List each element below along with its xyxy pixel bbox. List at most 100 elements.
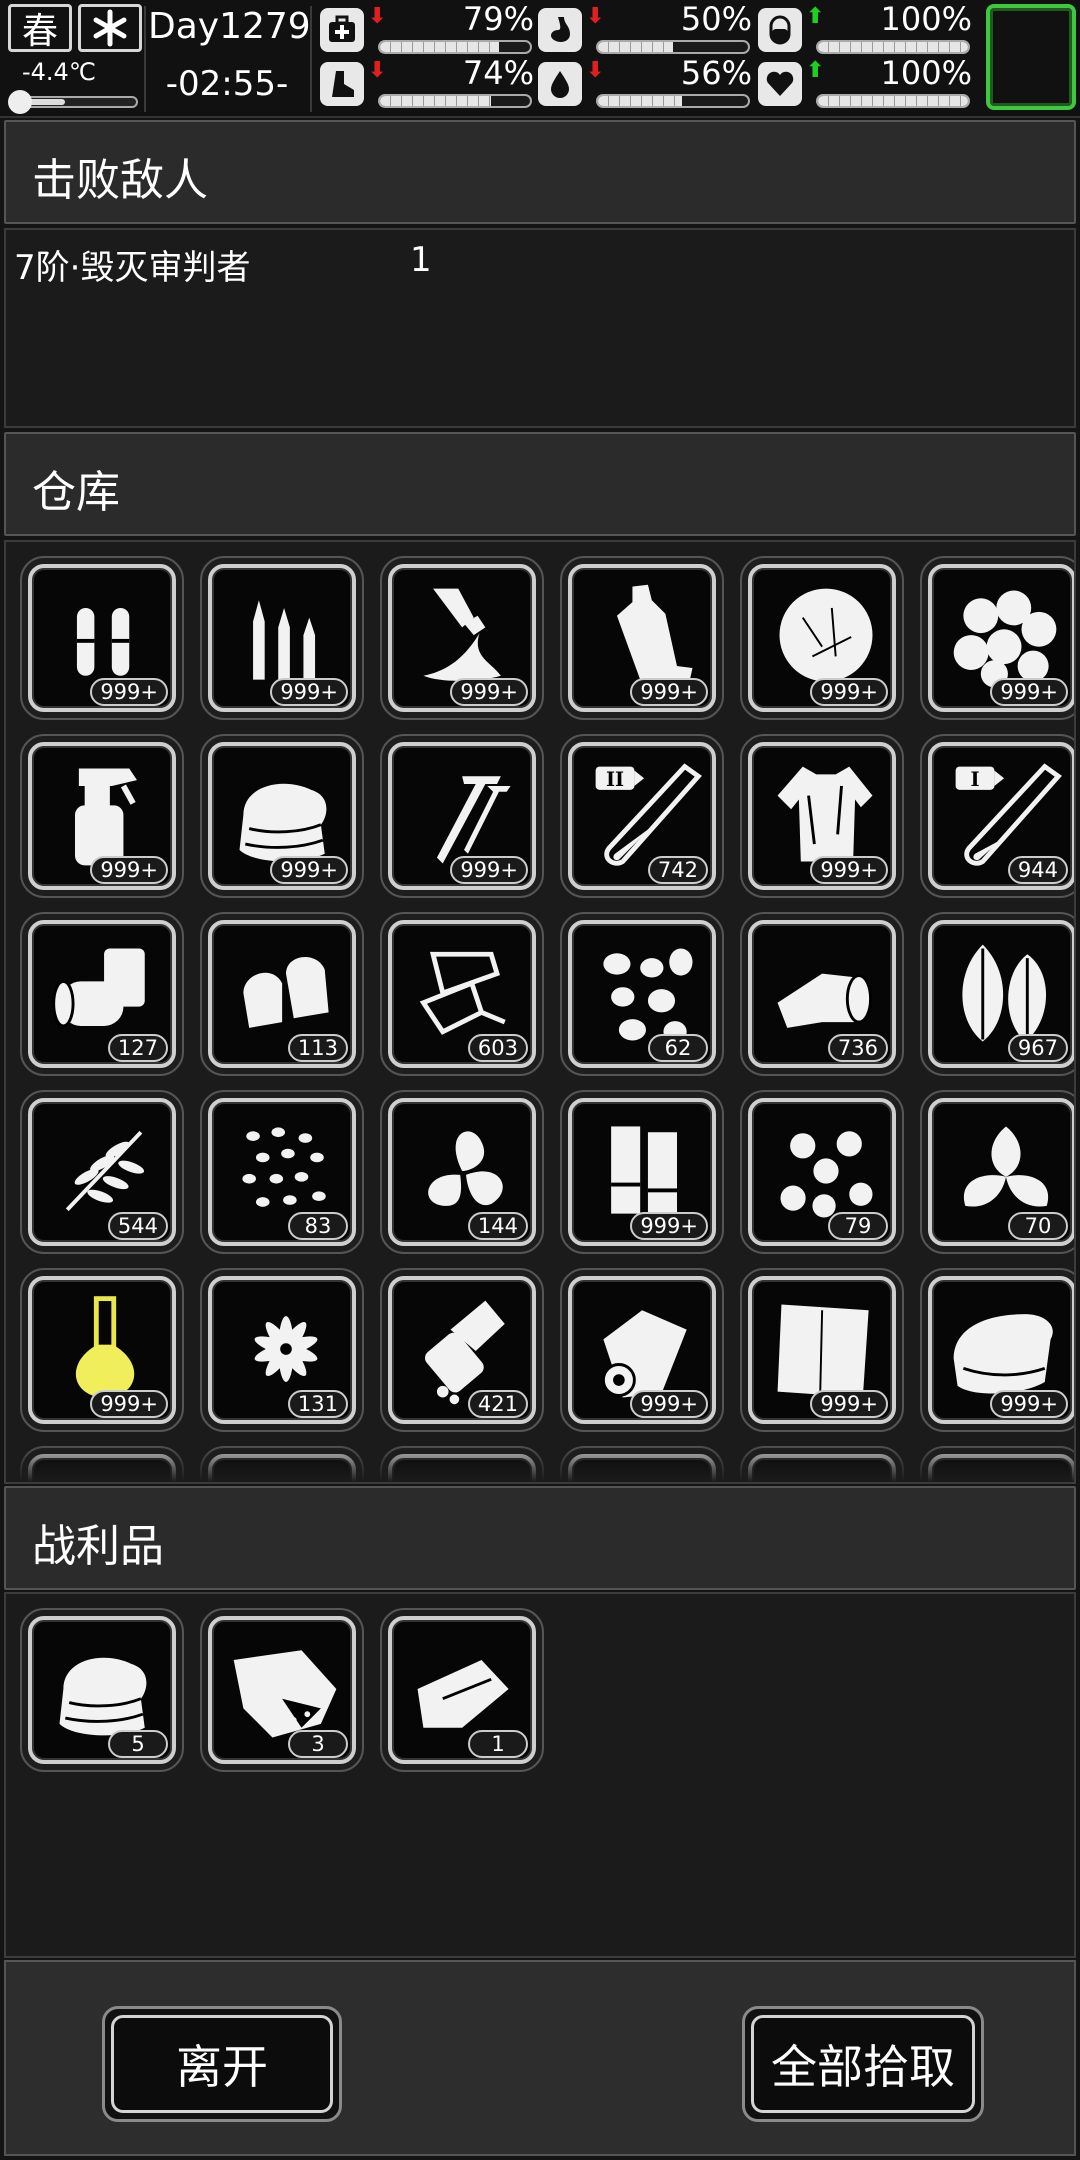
snowflake-icon	[78, 4, 142, 52]
item-slot[interactable]: 144	[380, 1090, 544, 1254]
item-count: 62	[648, 1034, 708, 1062]
item-slot[interactable]: 70	[920, 1090, 1074, 1254]
leave-button-label: 离开	[111, 2015, 333, 2113]
item-count: 967	[1007, 1034, 1068, 1062]
item-count: 944	[1007, 856, 1068, 884]
item-count: 999+	[990, 678, 1068, 706]
item-slot[interactable]: 603	[380, 912, 544, 1076]
item-slot[interactable]: 5	[20, 1608, 184, 1772]
item-slot[interactable]: 999+	[380, 734, 544, 898]
heart-icon	[758, 62, 802, 106]
item-count: 999+	[810, 1390, 888, 1418]
slot-frame: 127	[28, 920, 176, 1068]
item-count: 999+	[450, 856, 528, 884]
slot-frame: 999+	[748, 564, 896, 712]
medkit-icon	[320, 8, 364, 52]
temperature-value: -4.4℃	[22, 58, 96, 86]
slot-frame: 999+	[28, 564, 176, 712]
item-slot[interactable]: 113	[200, 912, 364, 1076]
item-count: 736	[827, 1034, 888, 1062]
loot-panel: 5 3 1	[4, 1592, 1076, 1958]
take-all-button[interactable]: 全部拾取	[742, 2006, 984, 2122]
item-slot[interactable]: 999+	[560, 1268, 724, 1432]
divider	[144, 6, 146, 112]
equipment-slot[interactable]	[986, 4, 1076, 110]
item-slot[interactable]: 999+	[20, 556, 184, 720]
stat-bar	[596, 94, 750, 108]
item-slot[interactable]: II 742	[560, 734, 724, 898]
temperature-gauge: -4.4℃	[8, 58, 140, 114]
enemy-name: 7阶·毁灭审判者	[14, 248, 251, 288]
item-count: 999+	[810, 678, 888, 706]
item-slot[interactable]: 999+	[920, 556, 1074, 720]
day-counter: Day1279	[148, 6, 311, 47]
trend-up-icon: ⬆	[806, 58, 825, 83]
item-slot[interactable]: 421	[380, 1268, 544, 1432]
stat-value: 74%	[462, 54, 534, 92]
slot-frame: I 944	[928, 742, 1074, 890]
slot-frame: 83	[208, 1098, 356, 1246]
water-drop-icon	[538, 62, 582, 106]
item-slot[interactable]: 967	[920, 912, 1074, 1076]
item-count: 999+	[90, 678, 168, 706]
item-slot[interactable]: 79	[740, 1090, 904, 1254]
item-slot[interactable]: 999+	[380, 556, 544, 720]
item-slot[interactable]: 999+	[200, 734, 364, 898]
slot-frame: 144	[388, 1098, 536, 1246]
item-slot[interactable]: 999+	[740, 556, 904, 720]
stat-bar	[378, 40, 532, 54]
item-slot[interactable]: 83	[200, 1090, 364, 1254]
item-slot[interactable]: 999+	[560, 1090, 724, 1254]
status-bar: 春 -4.4℃ Day1279 -02:55- ⬇ 79% ⬇ 50% ⬆ 10…	[0, 0, 1080, 118]
trend-down-icon: ⬇	[368, 4, 387, 29]
slot-frame: 999+	[388, 742, 536, 890]
health-stat: ⬇ 79%	[320, 0, 534, 58]
thirst-stat: ⬇ 56%	[538, 54, 752, 112]
item-slot[interactable]: 999+	[740, 734, 904, 898]
slot-frame: 999+	[28, 742, 176, 890]
item-slot[interactable]: 999+	[920, 1268, 1074, 1432]
section-title: 战利品	[32, 1521, 164, 1572]
trend-up-icon: ⬆	[806, 4, 825, 29]
item-slot[interactable]: I 944	[920, 734, 1074, 898]
item-slot[interactable]: 62	[560, 912, 724, 1076]
thermometer-icon	[8, 90, 32, 114]
slot-frame: 79	[748, 1098, 896, 1246]
leave-button[interactable]: 离开	[102, 2006, 342, 2122]
slot-frame: 603	[388, 920, 536, 1068]
section-title: 击败敌人	[32, 155, 208, 206]
slot-frame: 131	[208, 1276, 356, 1424]
section-title: 仓库	[32, 467, 120, 518]
item-slot[interactable]: 131	[200, 1268, 364, 1432]
stat-value: 100%	[880, 54, 972, 92]
stat-bar	[596, 40, 750, 54]
item-slot[interactable]: 1	[380, 1608, 544, 1772]
item-count: 5	[108, 1730, 168, 1758]
item-slot[interactable]: 999+	[740, 1268, 904, 1432]
item-slot[interactable]: 999+	[20, 734, 184, 898]
item-count: 999+	[450, 678, 528, 706]
item-slot[interactable]: 3	[200, 1608, 364, 1772]
item-slot[interactable]: 544	[20, 1090, 184, 1254]
item-count: 144	[467, 1212, 528, 1240]
slot-frame: 5	[28, 1616, 176, 1764]
game-clock: -02:55-	[165, 64, 289, 104]
storage-panel[interactable]: 999+ 999+ 999+ 999+ 999+ 999+ 999+ 999+ …	[4, 540, 1076, 1484]
item-slot[interactable]: 736	[740, 912, 904, 1076]
stomach-icon	[538, 8, 582, 52]
item-count: 1	[468, 1730, 528, 1758]
slot-frame: 544	[28, 1098, 176, 1246]
scroll-fade	[6, 1442, 1074, 1482]
item-slot[interactable]: 999+	[560, 556, 724, 720]
slot-frame: II 742	[568, 742, 716, 890]
trend-down-icon: ⬇	[368, 58, 387, 83]
stamina-stat: ⬇ 74%	[320, 54, 534, 112]
item-slot[interactable]: 127	[20, 912, 184, 1076]
action-bar: 离开 全部拾取	[4, 1960, 1076, 2156]
item-slot[interactable]: 999+	[200, 556, 364, 720]
slot-frame: 736	[748, 920, 896, 1068]
item-count: 999+	[270, 678, 348, 706]
slot-frame: 999+	[748, 742, 896, 890]
item-slot[interactable]: 999+	[20, 1268, 184, 1432]
item-count: 999+	[90, 856, 168, 884]
